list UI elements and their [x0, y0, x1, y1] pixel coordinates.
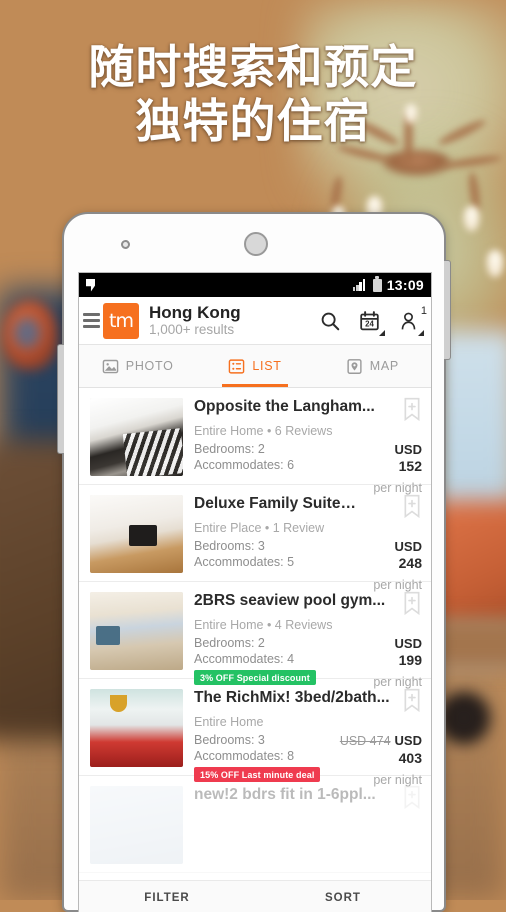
- listing-bedrooms: Bedrooms: 2: [194, 442, 265, 456]
- listing-price: 248: [398, 554, 422, 571]
- app-bar-actions: 24 1: [317, 305, 427, 336]
- sort-button[interactable]: SORT: [255, 892, 431, 904]
- status-bar: 13:09: [79, 273, 431, 297]
- listing-subtitle: Entire Home • 6 Reviews: [194, 424, 333, 438]
- chandelier-bulb: [404, 104, 418, 124]
- listing-title: new!2 bdrs fit in 1-6ppl...: [194, 786, 376, 803]
- app-bar: tm Hong Kong 1,000+ results 24 1: [79, 297, 431, 345]
- listing-title: 2BRS seaview pool gym...: [194, 592, 386, 609]
- search-icon: [321, 312, 340, 330]
- chevron-down-icon: [379, 329, 385, 336]
- listing-price: 403: [398, 749, 422, 766]
- notification-glyph-icon: [86, 278, 95, 292]
- phone-screen: 13:09 tm Hong Kong 1,000+ results 24 1 P…: [78, 272, 432, 912]
- person-icon: [401, 312, 415, 329]
- listing-subtitle: Entire Home: [194, 715, 264, 729]
- listing-currency: USD: [394, 442, 422, 457]
- calendar-icon: 24: [359, 310, 379, 330]
- listing-subtitle: Entire Place • 1 Review: [194, 521, 325, 535]
- listing-thumbnail[interactable]: [90, 592, 183, 670]
- listing-original-price: USD 474: [339, 734, 391, 748]
- search-context[interactable]: Hong Kong 1,000+ results: [149, 303, 317, 338]
- tab-list-label: LIST: [252, 359, 282, 373]
- chandelier-bulb: [463, 206, 480, 232]
- chandelier-bulb: [486, 250, 504, 278]
- listing-thumbnail[interactable]: [90, 495, 183, 573]
- listing-discount-badge: 3% OFF Special discount: [194, 670, 316, 685]
- search-city-label: Hong Kong: [149, 303, 241, 322]
- listing-title: The RichMix! 3bed/2bath...: [194, 689, 390, 706]
- listing-currency: USD: [394, 539, 422, 554]
- listing-accommodates: Accommodates: 5: [194, 554, 295, 569]
- listing-accommodates: Accommodates: 6: [194, 457, 295, 472]
- photo-icon: [102, 359, 119, 373]
- phone-sensor: [121, 240, 130, 249]
- listing-currency: USD: [394, 733, 422, 748]
- bottom-action-bar: FILTER SORT: [79, 880, 431, 912]
- tab-photo[interactable]: PHOTO: [79, 345, 196, 387]
- map-pin-icon: [347, 358, 362, 374]
- listing-price: 152: [398, 457, 422, 474]
- listing-price: 199: [398, 651, 422, 668]
- listing-list[interactable]: Opposite the Langham... Entire Home • 6 …: [79, 388, 431, 912]
- bookmark-add-icon[interactable]: [402, 591, 422, 616]
- listing-accommodates: Accommodates: 8: [194, 748, 295, 763]
- listing-title: Deluxe Family Suite…: [194, 495, 356, 512]
- tab-map-label: MAP: [369, 359, 399, 373]
- listing-card[interactable]: new!2 bdrs fit in 1-6ppl...: [79, 776, 431, 873]
- tab-photo-label: PHOTO: [125, 359, 174, 373]
- signal-bars-icon: [352, 279, 368, 291]
- view-tabs: PHOTO LIST MAP: [79, 345, 431, 388]
- listing-bedrooms: Bedrooms: 3: [194, 733, 265, 747]
- listing-accommodates: Accommodates: 4: [194, 651, 295, 666]
- svg-text:24: 24: [365, 319, 374, 328]
- background-balloon-art-2: [14, 318, 40, 348]
- listing-card[interactable]: Deluxe Family Suite… Entire Place • 1 Re…: [79, 485, 431, 592]
- listing-thumbnail[interactable]: [90, 689, 183, 767]
- status-bar-time: 13:09: [386, 277, 424, 293]
- bookmark-add-icon[interactable]: [402, 785, 422, 810]
- bookmark-add-icon[interactable]: [402, 688, 422, 713]
- listing-thumbnail[interactable]: [90, 786, 183, 864]
- bookmark-add-icon[interactable]: [402, 494, 422, 519]
- search-results-count: 1,000+ results: [149, 322, 235, 337]
- phone-mockup: 13:09 tm Hong Kong 1,000+ results 24 1 P…: [57, 212, 451, 912]
- filter-button[interactable]: FILTER: [79, 892, 255, 904]
- listing-thumbnail[interactable]: [90, 398, 183, 476]
- listing-currency: USD: [394, 636, 422, 651]
- app-logo[interactable]: tm: [103, 302, 139, 339]
- status-bar-left: [86, 278, 95, 292]
- tab-map[interactable]: MAP: [314, 345, 431, 387]
- phone-power-button: [444, 260, 451, 360]
- chandelier-hub: [382, 150, 452, 176]
- tab-underline: [222, 384, 288, 387]
- guests-count-badge: 1: [420, 304, 427, 317]
- listing-subtitle: Entire Home • 4 Reviews: [194, 618, 333, 632]
- bookmark-add-icon[interactable]: [402, 397, 422, 422]
- listing-card[interactable]: The RichMix! 3bed/2bath... Entire Home B…: [79, 679, 431, 787]
- listing-currency-row: USD 474 USD: [340, 733, 422, 750]
- hamburger-menu-icon[interactable]: [83, 313, 100, 328]
- listing-bedrooms: Bedrooms: 3: [194, 539, 265, 553]
- tab-list[interactable]: LIST: [196, 345, 313, 387]
- phone-speaker: [244, 232, 268, 256]
- guests-button[interactable]: 1: [395, 305, 427, 336]
- listing-card[interactable]: Opposite the Langham... Entire Home • 6 …: [79, 388, 431, 495]
- status-bar-right: 13:09: [352, 276, 424, 293]
- chevron-down-icon: [418, 329, 424, 336]
- listing-bedrooms: Bedrooms: 2: [194, 636, 265, 650]
- phone-volume-button: [57, 344, 64, 454]
- battery-icon: [372, 276, 382, 292]
- list-icon: [229, 358, 245, 374]
- listing-card[interactable]: 2BRS seaview pool gym... Entire Home • 4…: [79, 582, 431, 689]
- listing-title: Opposite the Langham...: [194, 398, 375, 415]
- calendar-button[interactable]: 24: [356, 306, 385, 336]
- search-button[interactable]: [317, 306, 343, 336]
